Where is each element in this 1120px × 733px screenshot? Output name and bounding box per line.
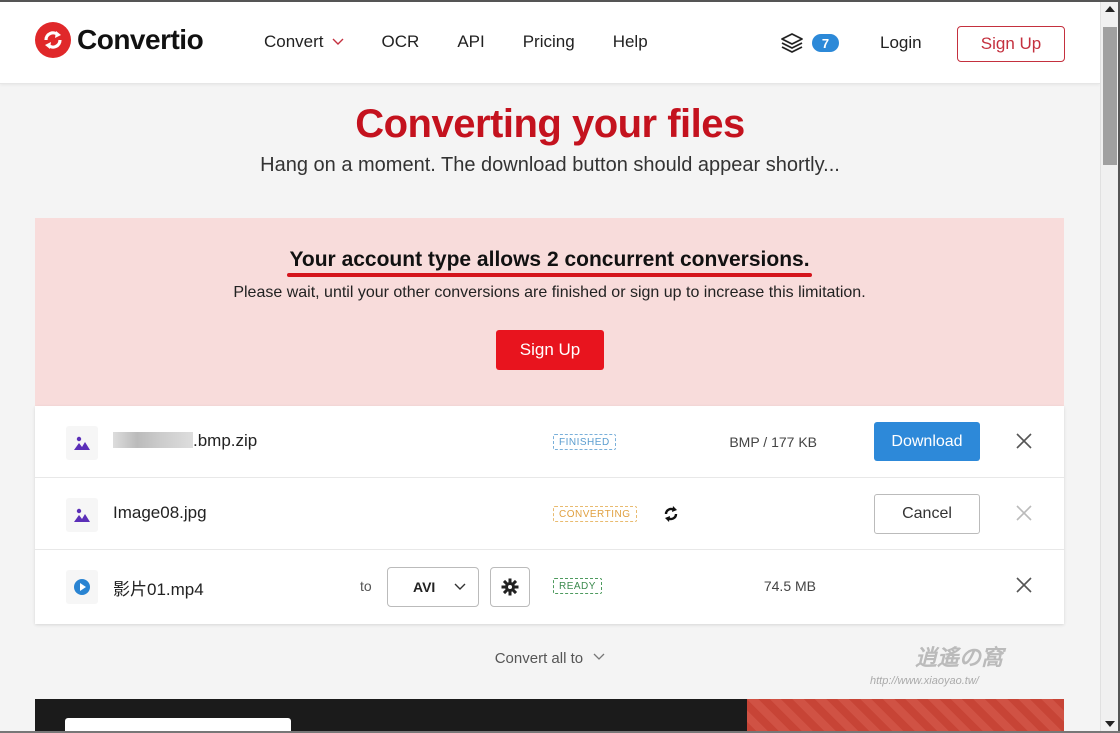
site-header: Convertio Convert OCR API Pricing Help 7…: [0, 2, 1100, 84]
nav-api[interactable]: API: [457, 32, 484, 52]
chevron-down-icon: [332, 38, 344, 45]
file-list: .bmp.zip FINISHED BMP / 177 KB Download …: [35, 406, 1064, 624]
status-badge: FINISHED: [553, 434, 616, 450]
watermark-url: http://www.xiaoyao.tw/: [870, 675, 979, 687]
window-frame-top: [0, 0, 1120, 2]
settings-button[interactable]: [490, 567, 530, 607]
file-row: 影片01.mp4 to AVI READY 74.5 MB: [35, 550, 1064, 624]
file-name: 影片01.mp4: [113, 580, 204, 599]
convertio-logo-icon: [35, 22, 71, 58]
page-title: Converting your files: [355, 102, 745, 146]
download-button[interactable]: Download: [874, 422, 980, 461]
close-icon[interactable]: [1015, 432, 1033, 450]
scrollbar[interactable]: [1100, 2, 1118, 731]
file-name: .bmp.zip: [113, 431, 257, 451]
status-badge: CONVERTING: [553, 506, 637, 522]
advertisement-banner[interactable]: [35, 699, 1064, 733]
nav-convert[interactable]: Convert: [264, 32, 344, 52]
image-icon: [66, 498, 98, 532]
scroll-up-arrow-icon[interactable]: [1105, 6, 1115, 12]
format-select-value: AVI: [413, 579, 436, 595]
close-icon[interactable]: [1015, 504, 1033, 522]
logo-text: Convertio: [77, 24, 204, 55]
watermark: 逍遙の窩 http://www.xiaoyao.tw/: [870, 640, 1050, 695]
page-subtitle: Hang on a moment. The download button sh…: [260, 154, 840, 176]
nav-pricing[interactable]: Pricing: [523, 32, 575, 52]
scrollbar-thumb[interactable]: [1103, 27, 1117, 165]
nav-help[interactable]: Help: [613, 32, 648, 52]
watermark-logo: 逍遙の窩: [915, 645, 1004, 670]
concurrency-alert: Your account type allows 2 concurrent co…: [35, 218, 1064, 406]
alert-heading-text: Your account type allows 2 concurrent co…: [287, 248, 812, 277]
to-label: to: [360, 578, 372, 594]
ad-pattern: [747, 699, 1064, 733]
file-extension: .bmp.zip: [193, 431, 258, 450]
cancel-button[interactable]: Cancel: [874, 494, 980, 534]
logo[interactable]: Convertio: [35, 22, 204, 58]
status-badge: READY: [553, 578, 602, 594]
file-name: Image08.jpg: [113, 503, 207, 522]
video-icon: [66, 570, 98, 604]
file-row: .bmp.zip FINISHED BMP / 177 KB Download: [35, 406, 1064, 478]
chevron-down-icon: [454, 583, 466, 590]
chevron-down-icon: [593, 653, 605, 660]
alert-text: Please wait, until your other conversion…: [233, 284, 866, 301]
layers-icon[interactable]: [780, 31, 804, 55]
nav-ocr[interactable]: OCR: [382, 32, 420, 52]
file-size: 74.5 MB: [763, 578, 816, 594]
file-size: BMP / 177 KB: [729, 434, 817, 450]
scroll-down-arrow-icon[interactable]: [1105, 721, 1115, 727]
refresh-spinner-icon: [664, 506, 678, 522]
image-icon: [66, 426, 98, 460]
header-signup-button[interactable]: Sign Up: [957, 26, 1065, 62]
alert-heading: Your account type allows 2 concurrent co…: [35, 248, 1064, 277]
close-icon[interactable]: [1015, 576, 1033, 594]
redacted-filename: [113, 432, 193, 448]
alert-signup-button[interactable]: Sign Up: [496, 330, 604, 370]
format-select[interactable]: AVI: [387, 567, 479, 607]
files-count-badge[interactable]: 7: [812, 34, 839, 52]
main-nav: Convert OCR API Pricing Help: [264, 32, 686, 52]
nav-convert-label: Convert: [264, 32, 324, 51]
login-link[interactable]: Login: [880, 33, 922, 53]
convert-all-label: Convert all to: [494, 650, 584, 667]
gear-icon: [501, 578, 519, 596]
file-row: Image08.jpg CONVERTING Cancel: [35, 478, 1064, 550]
